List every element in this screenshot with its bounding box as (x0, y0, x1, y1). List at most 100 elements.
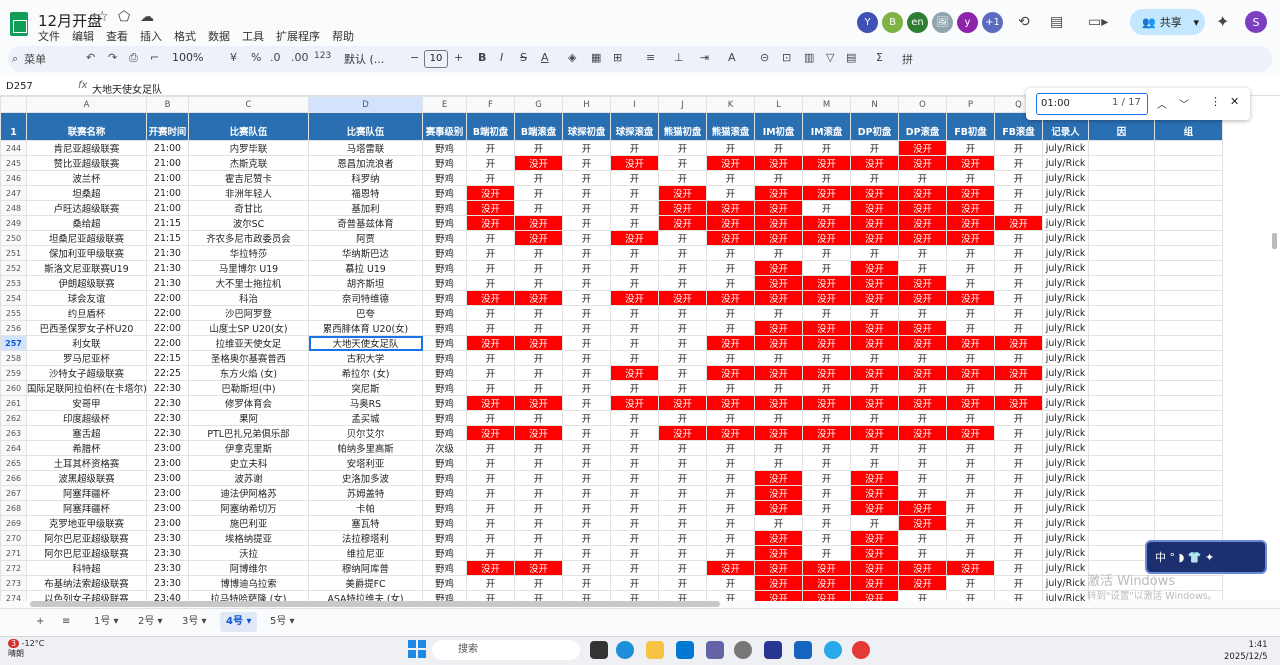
data-cell[interactable]: 阿塞纳希切万 (188, 500, 309, 516)
status-open-cell[interactable]: 开 (562, 515, 611, 531)
data-cell[interactable]: 22:00 (146, 290, 189, 306)
status-open-cell[interactable]: 开 (658, 170, 707, 186)
data-cell[interactable]: 赞比亚超级联赛 (26, 155, 147, 171)
data-cell[interactable]: 野鸡 (422, 275, 467, 291)
status-open-cell[interactable]: 开 (514, 440, 563, 456)
status-closed-cell[interactable]: 没开 (754, 590, 803, 601)
data-cell[interactable]: 迪法伊阿格苏 (188, 485, 309, 501)
data-cell[interactable]: 23:30 (146, 530, 189, 546)
data-cell[interactable]: 希拉尔 (女) (308, 365, 423, 381)
data-cell[interactable]: 野鸡 (422, 350, 467, 366)
status-closed-cell[interactable]: 没开 (898, 200, 947, 216)
empty-cell[interactable] (1154, 350, 1223, 366)
status-closed-cell[interactable]: 没开 (658, 290, 707, 306)
status-closed-cell[interactable]: 没开 (898, 335, 947, 351)
status-closed-cell[interactable]: 没开 (802, 230, 851, 246)
data-cell[interactable]: 基加利 (308, 200, 423, 216)
row-number[interactable]: 1 (0, 112, 27, 141)
settings-icon[interactable] (734, 641, 752, 659)
row-number[interactable]: 247 (0, 185, 27, 201)
status-open-cell[interactable]: 开 (850, 245, 899, 261)
status-open-cell[interactable]: 开 (802, 500, 851, 516)
status-open-cell[interactable]: 开 (754, 515, 803, 531)
status-closed-cell[interactable]: 没开 (514, 395, 563, 411)
status-closed-cell[interactable]: 没开 (706, 155, 755, 171)
header-cell[interactable]: 熊猫初盘 (658, 112, 707, 141)
teams-icon[interactable] (706, 641, 724, 659)
data-cell[interactable]: 野鸡 (422, 380, 467, 396)
status-open-cell[interactable]: 开 (706, 260, 755, 276)
vertical-scrollbar[interactable] (1272, 233, 1277, 249)
empty-cell[interactable] (1154, 320, 1223, 336)
status-open-cell[interactable]: 开 (898, 590, 947, 601)
data-cell[interactable]: 塞瓦特 (308, 515, 423, 531)
status-closed-cell[interactable]: 没开 (514, 335, 563, 351)
status-closed-cell[interactable]: 没开 (994, 335, 1043, 351)
status-open-cell[interactable]: 开 (562, 200, 611, 216)
recorder-cell[interactable]: july/Rick (1042, 575, 1089, 591)
data-cell[interactable]: 施巴利亚 (188, 515, 309, 531)
sheet-tab[interactable]: 4号 ▾ (220, 612, 258, 632)
row-number[interactable]: 255 (0, 305, 27, 321)
collaborator-avatar[interactable]: Y (857, 12, 878, 33)
status-open-cell[interactable]: 开 (946, 455, 995, 471)
status-open-cell[interactable]: 开 (898, 545, 947, 561)
data-cell[interactable]: 23:00 (146, 485, 189, 501)
cloud-status-icon[interactable]: ☁ (140, 9, 154, 25)
status-closed-cell[interactable]: 没开 (754, 155, 803, 171)
status-open-cell[interactable]: 开 (562, 155, 611, 171)
row-number[interactable]: 246 (0, 170, 27, 186)
row-number[interactable]: 249 (0, 215, 27, 231)
data-cell[interactable]: 山度士SP U20(女) (188, 320, 309, 336)
data-cell[interactable]: 穆纳阿库普 (308, 560, 423, 576)
status-closed-cell[interactable]: 没开 (898, 155, 947, 171)
name-box[interactable]: D257 (6, 81, 33, 92)
empty-cell[interactable] (1088, 500, 1155, 516)
status-open-cell[interactable]: 开 (706, 380, 755, 396)
data-cell[interactable]: 阿塞拜疆杯 (26, 485, 147, 501)
column-header[interactable]: N (850, 96, 899, 113)
data-cell[interactable]: 坦桑超 (26, 185, 147, 201)
status-open-cell[interactable]: 开 (562, 455, 611, 471)
data-cell[interactable]: 野鸡 (422, 455, 467, 471)
status-closed-cell[interactable]: 没开 (802, 395, 851, 411)
empty-cell[interactable] (1154, 425, 1223, 441)
status-closed-cell[interactable]: 没开 (850, 215, 899, 231)
data-cell[interactable]: 22:00 (146, 305, 189, 321)
status-open-cell[interactable]: 开 (610, 335, 659, 351)
status-open-cell[interactable]: 开 (514, 260, 563, 276)
data-cell[interactable]: 野鸡 (422, 260, 467, 276)
data-cell[interactable]: 21:30 (146, 245, 189, 261)
status-open-cell[interactable]: 开 (802, 170, 851, 186)
recorder-cell[interactable]: july/Rick (1042, 455, 1089, 471)
row-number[interactable]: 258 (0, 350, 27, 366)
status-open-cell[interactable]: 开 (850, 440, 899, 456)
data-cell[interactable]: 拉维亚天使女足 (188, 335, 309, 351)
status-open-cell[interactable]: 开 (562, 290, 611, 306)
status-open-cell[interactable]: 开 (802, 440, 851, 456)
empty-cell[interactable] (1154, 485, 1223, 501)
status-open-cell[interactable]: 开 (994, 560, 1043, 576)
data-cell[interactable]: 23:30 (146, 560, 189, 576)
empty-cell[interactable] (1154, 440, 1223, 456)
status-closed-cell[interactable]: 没开 (802, 425, 851, 441)
data-cell[interactable]: 胡齐斯坦 (308, 275, 423, 291)
status-open-cell[interactable]: 开 (562, 365, 611, 381)
status-closed-cell[interactable]: 没开 (850, 365, 899, 381)
status-closed-cell[interactable]: 没开 (850, 230, 899, 246)
row-number[interactable]: 244 (0, 140, 27, 156)
column-header[interactable]: I (610, 96, 659, 113)
status-open-cell[interactable]: 开 (802, 140, 851, 156)
status-closed-cell[interactable]: 没开 (706, 290, 755, 306)
recorder-cell[interactable]: july/Rick (1042, 200, 1089, 216)
status-closed-cell[interactable]: 没开 (898, 500, 947, 516)
status-open-cell[interactable]: 开 (898, 380, 947, 396)
status-open-cell[interactable]: 开 (562, 335, 611, 351)
data-cell[interactable]: 桑给超 (26, 215, 147, 231)
status-open-cell[interactable]: 开 (658, 260, 707, 276)
star-icon[interactable]: ☆ (96, 9, 109, 25)
empty-cell[interactable] (1088, 215, 1155, 231)
status-open-cell[interactable]: 开 (610, 170, 659, 186)
status-closed-cell[interactable]: 没开 (802, 365, 851, 381)
recorder-cell[interactable]: july/Rick (1042, 245, 1089, 261)
